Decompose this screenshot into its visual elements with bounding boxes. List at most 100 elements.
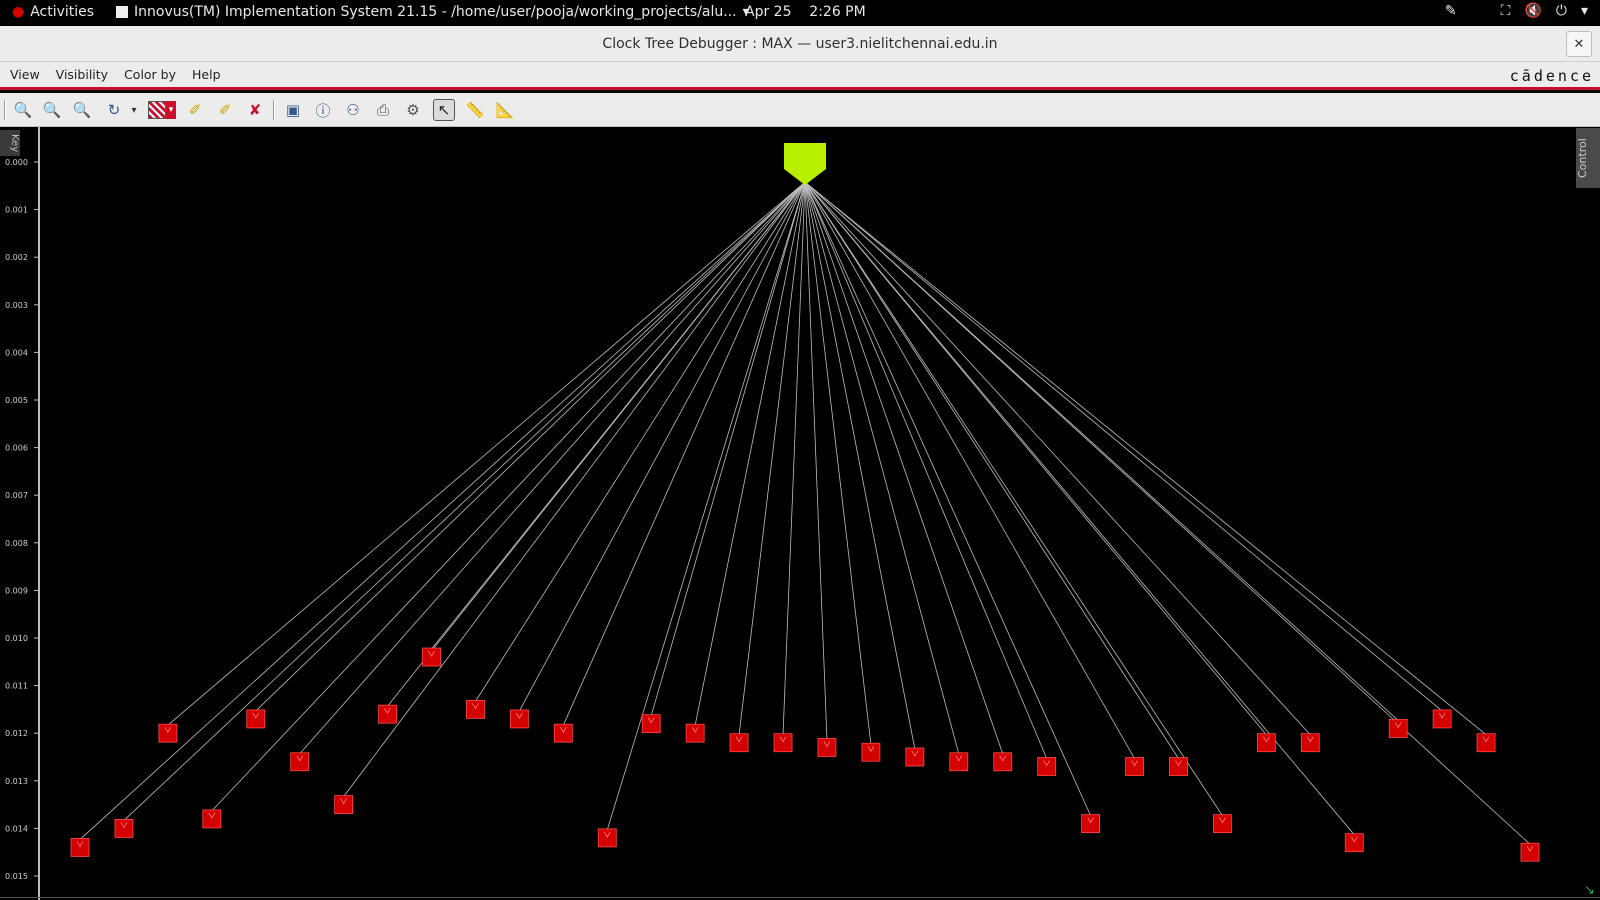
y-axis-tick-label: 0.010	[5, 634, 28, 643]
menu-bar: View Visibility Color by Help cādence	[0, 62, 1600, 90]
app-menu[interactable]: Innovus(TM) Implementation System 21.15 …	[116, 4, 750, 20]
clock-sink-node[interactable]	[114, 819, 134, 838]
y-axis-tick-label: 0.015	[5, 872, 28, 881]
clock-sink-node[interactable]	[202, 809, 222, 829]
close-button[interactable]: ✕	[1566, 31, 1592, 57]
clock-sink-node[interactable]	[905, 747, 925, 767]
toolbar: 🔍 🔍 🔍 ↻ ▾ ▾ ✐ ✐ ✘ ▣ ⓘ ⚇ ⎙ ⚙ ↖ 📏 📐	[0, 93, 1600, 127]
hierarchy-icon[interactable]: ⚇	[342, 99, 364, 121]
clock-sink-node[interactable]	[1476, 733, 1496, 753]
y-axis-tick-label: 0.008	[5, 539, 28, 548]
clock-sink-node[interactable]	[1213, 814, 1232, 834]
resize-corner-icon[interactable]: ↘	[1584, 884, 1598, 898]
toolbar-separator	[273, 100, 275, 120]
clock-net-wire	[804, 181, 1091, 816]
clock-net-wire	[804, 181, 1048, 759]
clock-sink-node[interactable]	[817, 738, 837, 757]
y-axis-tick-label: 0.013	[5, 777, 28, 786]
y-axis-tick-label: 0.003	[5, 301, 28, 310]
clock-tree-plot[interactable]: 0.000 0.001 0.002 0.003 0.004 0.005 0.006 0.007…	[0, 127, 1600, 900]
activities-button[interactable]: ● Activities	[12, 4, 94, 20]
clock-sink-node[interactable]	[1256, 733, 1276, 753]
clock-sink-node[interactable]	[158, 723, 178, 743]
window-title: Clock Tree Debugger : MAX — user3.nielit…	[602, 35, 998, 52]
clock-root-node[interactable]	[784, 143, 826, 185]
select-path-icon[interactable]: ✐	[214, 99, 236, 121]
zoom-in-icon[interactable]: 🔍	[12, 99, 34, 121]
clock-time: 2:26 PM	[809, 4, 866, 20]
clock-net-wire	[650, 181, 806, 716]
y-axis-tick-label: 0.002	[5, 253, 28, 262]
y-axis-tick-label: 0.007	[5, 491, 28, 500]
menu-view[interactable]: View	[10, 67, 40, 82]
pencil-icon[interactable]: ✎	[1445, 3, 1457, 19]
clock-net-wire	[804, 181, 1443, 712]
clock-sink-node[interactable]	[509, 709, 529, 729]
clock-net-wire	[606, 181, 806, 831]
clock-sink-node[interactable]	[334, 795, 354, 814]
clock-net-wire	[299, 181, 806, 755]
clock-sink-node[interactable]	[1037, 757, 1057, 776]
pointer-icon[interactable]: ↖	[433, 99, 455, 121]
toolbar-grip[interactable]	[4, 100, 6, 120]
clock-sink-node[interactable]	[1300, 733, 1320, 753]
system-tray[interactable]: ✎ ⛶ 🔇 ⏻ ▾	[1445, 3, 1588, 19]
menu-visibility[interactable]: Visibility	[56, 67, 108, 82]
clock-sink-node[interactable]	[641, 714, 661, 734]
window-icon[interactable]: ▣	[282, 99, 304, 121]
clock-sink-node[interactable]	[70, 838, 90, 857]
menu-help[interactable]: Help	[192, 67, 221, 82]
clock-sink-node[interactable]	[466, 700, 485, 719]
clock-sink-node[interactable]	[1081, 814, 1101, 834]
info-icon[interactable]: ⓘ	[312, 99, 334, 121]
measure-icon[interactable]: 📐	[494, 99, 516, 121]
clock-net-wire	[431, 181, 806, 650]
clock-net-wire	[804, 181, 1487, 736]
system-top-bar: ● Activities Innovus(TM) Implementation …	[0, 0, 1600, 26]
clock-date: Apr 25	[745, 4, 792, 20]
clock-net-wire	[804, 181, 1223, 816]
print-icon[interactable]: ⎙	[372, 99, 394, 121]
clock-sink-node[interactable]	[993, 752, 1013, 772]
power-icon: ⏻	[1555, 3, 1567, 19]
zoom-out-icon[interactable]: 🔍	[41, 99, 63, 121]
clock-sink-node[interactable]	[1388, 719, 1408, 738]
clock-net-wire	[804, 181, 1004, 754]
clock-sink-node[interactable]	[729, 733, 749, 753]
clock-net-wire	[562, 181, 806, 726]
app-title: Innovus(TM) Implementation System 21.15 …	[134, 4, 737, 20]
clock-sink-node[interactable]	[290, 752, 310, 772]
redhat-icon: ●	[12, 4, 25, 20]
clear-highlight-icon[interactable]: ✘	[244, 99, 266, 121]
color-pattern-button[interactable]: ▾	[144, 99, 180, 121]
clock-sink-node[interactable]	[773, 733, 793, 753]
clock[interactable]: Apr 25 2:26 PM	[745, 4, 866, 20]
clock-sink-node[interactable]	[422, 647, 441, 667]
clock-sink-node[interactable]	[553, 723, 573, 743]
clock-sink-node[interactable]	[1169, 757, 1188, 776]
clock-sink-node[interactable]	[1432, 709, 1452, 729]
highlight-icon[interactable]: ✐	[184, 99, 206, 121]
clock-net-wire	[519, 181, 806, 712]
clock-sink-node[interactable]	[597, 828, 617, 848]
menu-color-by[interactable]: Color by	[124, 67, 176, 82]
activities-label: Activities	[30, 4, 95, 20]
zoom-fit-icon[interactable]: 🔍	[71, 99, 93, 121]
chevron-down-icon: ▾	[1580, 3, 1588, 19]
clock-sink-node[interactable]	[949, 752, 969, 772]
cadence-logo: cādence	[1509, 67, 1594, 85]
clock-net-wire	[211, 181, 806, 812]
clock-sink-node[interactable]	[378, 704, 397, 724]
settings-icon[interactable]: ⚙	[402, 99, 424, 121]
clock-sink-node[interactable]	[1344, 833, 1364, 853]
ruler-icon[interactable]: 📏	[464, 99, 486, 121]
clock-sink-node[interactable]	[685, 723, 705, 743]
refresh-icon[interactable]: ↻	[103, 99, 125, 121]
app-window-icon	[116, 6, 128, 18]
volume-muted-icon: 🔇	[1524, 3, 1542, 19]
clock-sink-node[interactable]	[1125, 757, 1144, 776]
chevron-down-icon[interactable]: ▾	[123, 99, 145, 121]
clock-sink-node[interactable]	[861, 742, 881, 762]
clock-sink-node[interactable]	[246, 709, 266, 729]
clock-sink-node[interactable]	[1520, 842, 1540, 862]
